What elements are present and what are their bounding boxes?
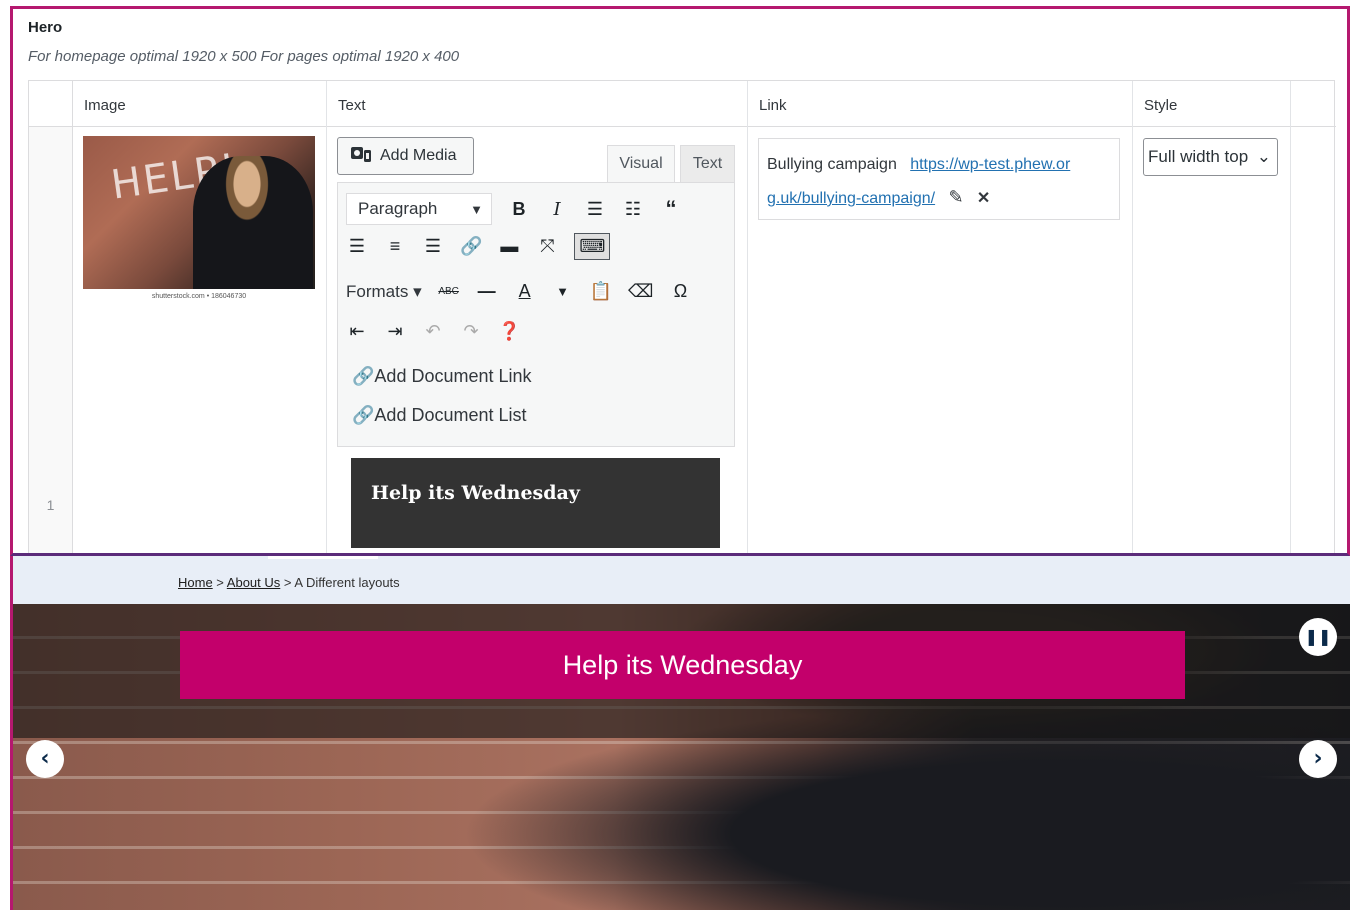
bullet-list-icon[interactable]: ☰: [584, 199, 606, 220]
align-left-icon[interactable]: ☰: [346, 236, 368, 257]
link-icon[interactable]: 🔗: [460, 236, 482, 257]
field-title: Hero: [28, 19, 63, 36]
link-title: Bullying campaign: [767, 156, 897, 173]
header-text: Text: [327, 81, 748, 127]
special-character-icon[interactable]: Ω: [669, 281, 691, 302]
add-document-list-button[interactable]: 🔗Add Document List: [352, 405, 527, 426]
help-icon[interactable]: ❓: [498, 321, 520, 342]
breadcrumb-home[interactable]: Home: [178, 575, 213, 590]
add-document-link-button[interactable]: 🔗Add Document Link: [352, 366, 532, 387]
indent-icon[interactable]: ⇥: [384, 321, 406, 342]
clear-formatting-icon[interactable]: ⌫: [628, 281, 653, 302]
header-actions: [1291, 81, 1336, 127]
header-link: Link: [748, 81, 1133, 127]
nav-indicator: [268, 556, 378, 559]
chevron-right-icon[interactable]: ›: [1299, 740, 1337, 778]
breadcrumb-about[interactable]: About Us: [227, 575, 280, 590]
row-number: 1: [46, 497, 55, 513]
align-right-icon[interactable]: ☰: [422, 236, 444, 257]
tab-text[interactable]: Text: [680, 145, 735, 183]
tab-visual[interactable]: Visual: [607, 145, 675, 183]
image-credit: shutterstock.com • 186046730: [151, 293, 247, 300]
horizontal-line-icon[interactable]: —: [476, 281, 498, 302]
chevron-left-icon[interactable]: ‹: [26, 740, 64, 778]
breadcrumb-current: > A Different layouts: [283, 575, 400, 590]
header-image: Image: [73, 81, 327, 127]
numbered-list-icon[interactable]: ☷: [622, 199, 644, 220]
toolbar-row-4: ⇤ ⇥ ↶ ↷ ❓: [346, 321, 520, 342]
hero-field-group: Hero For homepage optimal 1920 x 500 For…: [10, 6, 1350, 556]
add-document-link-label: Add Document Link: [374, 366, 532, 386]
repeater-table: Image Text Link Style 1 HELP! shuttersto…: [28, 80, 1336, 553]
strikethrough-icon[interactable]: ABC: [438, 286, 460, 297]
row-handle[interactable]: 1: [29, 127, 73, 553]
formats-label: Formats: [346, 281, 409, 301]
thumbnail-person: [193, 156, 313, 289]
style-select[interactable]: Full width top ⌄: [1143, 138, 1278, 176]
undo-icon[interactable]: ↶: [422, 321, 444, 342]
italic-icon[interactable]: I: [546, 199, 568, 220]
add-document-list-label: Add Document List: [374, 405, 527, 425]
toolbar-row-3: Formats ▾ ABC — A ▼ 📋 ⌫ Ω: [346, 281, 691, 302]
pencil-icon[interactable]: ✎: [948, 187, 963, 207]
field-description: For homepage optimal 1920 x 500 For page…: [28, 48, 460, 65]
header-blank: [29, 81, 73, 127]
image-thumbnail[interactable]: HELP!: [83, 136, 315, 289]
paste-text-icon[interactable]: 📋: [590, 281, 612, 302]
paragraph-select-value: Paragraph: [358, 199, 438, 218]
link-field: Bullying campaign https://wp-test.phew.o…: [758, 138, 1120, 220]
toolbar-row-2: ☰ ≡ ☰ 🔗 ▬ ⤧ ⌨: [346, 233, 611, 260]
close-icon[interactable]: ✕: [977, 190, 990, 207]
site-preview: Home > About Us > A Different layouts He…: [10, 556, 1350, 910]
add-media-label: Add Media: [380, 147, 457, 164]
breadcrumb-bar: Home > About Us > A Different layouts: [13, 556, 1350, 604]
read-more-icon[interactable]: ▬: [498, 236, 520, 257]
column-divider: [326, 81, 327, 553]
toolbar-row-1: Paragraph ▼ B I ☰ ☷ “: [346, 193, 682, 225]
breadcrumb: Home > About Us > A Different layouts: [178, 575, 400, 590]
caret-down-icon: ▼: [470, 201, 483, 217]
link-icon: 🔗: [352, 366, 375, 386]
formats-menu[interactable]: Formats ▾: [346, 282, 422, 302]
link-url[interactable]: https://wp-test.phew.or: [910, 156, 1070, 173]
caret-down-icon[interactable]: ▼: [552, 284, 574, 299]
breadcrumb-separator: >: [212, 575, 227, 590]
blockquote-icon[interactable]: “: [660, 196, 682, 222]
pause-icon[interactable]: ❚❚: [1299, 618, 1337, 656]
link-url-continued[interactable]: g.uk/bullying-campaign/: [767, 190, 935, 207]
outdent-icon[interactable]: ⇤: [346, 321, 368, 342]
fullscreen-icon[interactable]: ⤧: [536, 236, 558, 257]
header-style: Style: [1133, 81, 1291, 127]
link-icon: 🔗: [352, 405, 375, 425]
paragraph-select[interactable]: Paragraph ▼: [346, 193, 492, 225]
hero-title: Help its Wednesday: [180, 631, 1185, 699]
column-divider: [1132, 81, 1133, 553]
toolbar-toggle-icon[interactable]: ⌨: [574, 233, 611, 260]
column-divider: [1290, 81, 1291, 553]
media-icon: [350, 145, 372, 168]
bold-icon[interactable]: B: [508, 199, 530, 220]
editor-toolbar: Paragraph ▼ B I ☰ ☷ “ ☰ ≡ ☰ 🔗 ▬ ⤧ ⌨ Form…: [337, 182, 735, 447]
column-divider: [747, 81, 748, 553]
editor-content[interactable]: Help its Wednesday: [351, 458, 720, 548]
align-center-icon[interactable]: ≡: [384, 236, 406, 257]
add-media-button[interactable]: Add Media: [337, 137, 474, 175]
hero-banner: Help its Wednesday ❚❚ ‹ ›: [13, 604, 1350, 910]
style-select-value: Full width top: [1148, 147, 1249, 166]
chevron-down-icon: ⌄: [1256, 147, 1271, 166]
redo-icon[interactable]: ↷: [460, 321, 482, 342]
text-color-icon[interactable]: A: [514, 281, 536, 302]
